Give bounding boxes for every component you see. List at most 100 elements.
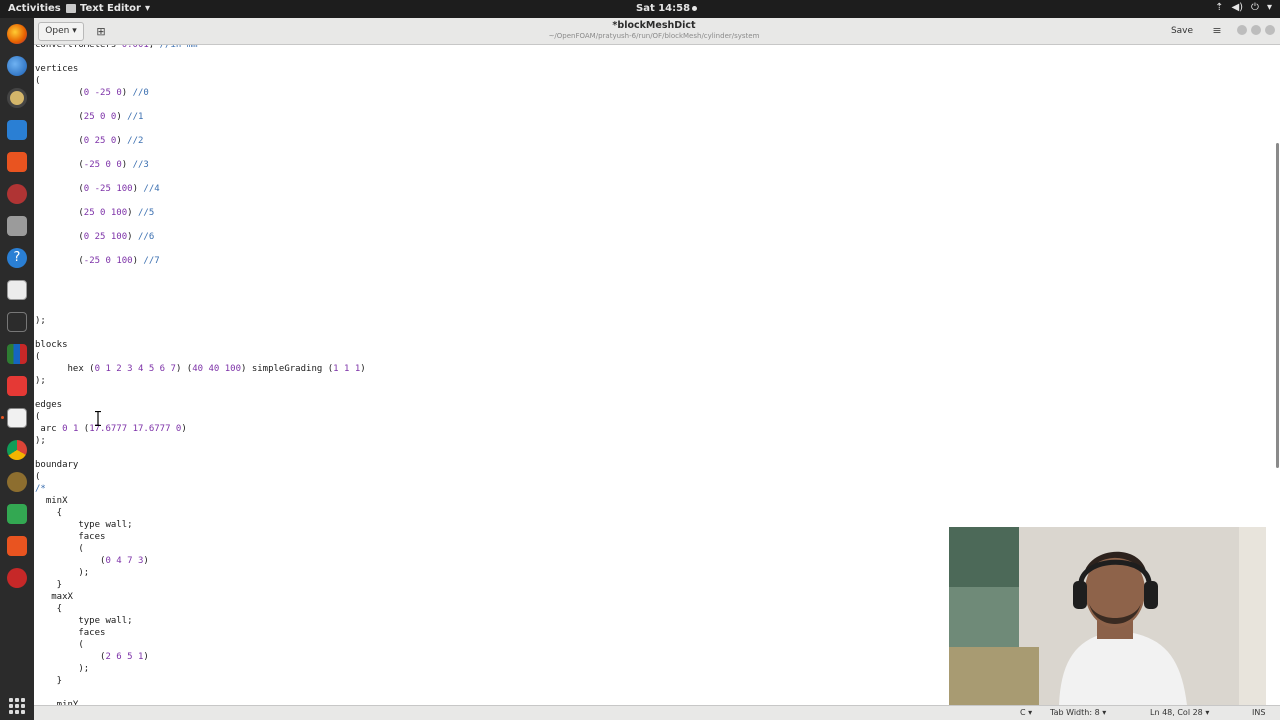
code-line[interactable]: ); xyxy=(35,315,366,327)
code-line[interactable]: ( xyxy=(35,351,366,363)
code-line[interactable]: faces xyxy=(35,531,366,543)
code-line[interactable] xyxy=(35,195,366,207)
code-line[interactable]: } xyxy=(35,579,366,591)
code-line[interactable]: { xyxy=(35,603,366,615)
hamburger-menu-icon[interactable]: ≡ xyxy=(1208,22,1226,41)
code-line[interactable]: blocks xyxy=(35,339,366,351)
code-content[interactable]: convertToMeters 0.001; //in mm vertices(… xyxy=(35,45,366,705)
code-line[interactable] xyxy=(35,51,366,63)
code-line[interactable]: vertices xyxy=(35,63,366,75)
code-line[interactable]: type wall; xyxy=(35,615,366,627)
maximize-icon[interactable] xyxy=(1251,25,1261,35)
text-editor-icon[interactable] xyxy=(7,408,27,428)
code-line[interactable] xyxy=(35,267,366,279)
code-line[interactable]: ( xyxy=(35,471,366,483)
code-line[interactable]: boundary xyxy=(35,459,366,471)
code-line[interactable] xyxy=(35,219,366,231)
show-applications-icon[interactable] xyxy=(9,698,25,714)
code-line[interactable] xyxy=(35,171,366,183)
code-line[interactable] xyxy=(35,387,366,399)
open-button-label: Open xyxy=(45,26,70,36)
calculator-icon[interactable] xyxy=(7,280,27,300)
code-line[interactable]: } xyxy=(35,675,366,687)
code-line[interactable]: minX xyxy=(35,495,366,507)
chrome-icon[interactable] xyxy=(7,440,27,460)
insert-mode[interactable]: INS xyxy=(1252,708,1265,717)
code-line[interactable]: ( xyxy=(35,543,366,555)
cursor-position[interactable]: Ln 48, Col 28 ▾ xyxy=(1150,708,1209,717)
code-line[interactable]: (25 0 100) //5 xyxy=(35,207,366,219)
code-line[interactable]: (25 0 0) //1 xyxy=(35,111,366,123)
writer-icon[interactable] xyxy=(7,120,27,140)
thunderbird-icon[interactable] xyxy=(7,56,27,76)
code-line[interactable]: ); xyxy=(35,375,366,387)
code-line[interactable]: ); xyxy=(35,567,366,579)
code-line[interactable]: maxX xyxy=(35,591,366,603)
code-line[interactable] xyxy=(35,123,366,135)
running-indicator xyxy=(1,416,4,419)
code-line[interactable]: ); xyxy=(35,663,366,675)
app-menu[interactable]: Text Editor ▾ xyxy=(66,3,150,14)
spreadsheet-icon[interactable] xyxy=(7,504,27,524)
network-icon[interactable] xyxy=(7,568,27,588)
code-line[interactable]: (0 25 0) //2 xyxy=(35,135,366,147)
code-line[interactable]: hex (0 1 2 3 4 5 6 7) (40 40 100) simple… xyxy=(35,363,366,375)
tab-width-selector[interactable]: Tab Width: 8 ▾ xyxy=(1050,708,1106,717)
clock-label: Sat 14:58 xyxy=(636,3,691,14)
code-line[interactable] xyxy=(35,147,366,159)
code-line[interactable]: faces xyxy=(35,627,366,639)
language-selector[interactable]: C ▾ xyxy=(1020,708,1032,717)
gimp-icon[interactable] xyxy=(7,472,27,492)
code-line[interactable] xyxy=(35,327,366,339)
code-line[interactable]: ( xyxy=(35,411,366,423)
calc-icon[interactable] xyxy=(7,216,27,236)
code-line[interactable] xyxy=(35,687,366,699)
app-icon[interactable] xyxy=(7,536,27,556)
code-line[interactable]: ); xyxy=(35,435,366,447)
new-document-icon[interactable]: ⊞ xyxy=(92,22,110,41)
terminal-icon[interactable] xyxy=(7,312,27,332)
rhythmbox-icon[interactable] xyxy=(7,88,27,108)
code-line[interactable] xyxy=(35,279,366,291)
vertical-scrollbar[interactable] xyxy=(1276,143,1279,468)
header-bar: Open ▾ ⊞ *blockMeshDict ~/OpenFOAM/praty… xyxy=(34,18,1280,45)
software-icon[interactable] xyxy=(7,152,27,172)
tab-width-label: Tab Width: 8 xyxy=(1050,708,1100,717)
code-line[interactable]: arc 0 1 (17.6777 17.6777 0) xyxy=(35,423,366,435)
code-line[interactable]: /* xyxy=(35,483,366,495)
code-line[interactable]: ( xyxy=(35,75,366,87)
code-line[interactable]: (2 6 5 1) xyxy=(35,651,366,663)
firefox-icon[interactable] xyxy=(7,24,27,44)
code-line[interactable]: type wall; xyxy=(35,519,366,531)
code-line[interactable] xyxy=(35,447,366,459)
code-line[interactable] xyxy=(35,99,366,111)
activities-button[interactable]: Activities xyxy=(8,3,61,14)
chevron-down-icon: ▾ xyxy=(1102,708,1107,717)
code-line[interactable] xyxy=(35,291,366,303)
help-icon[interactable]: ? xyxy=(7,248,27,268)
code-line[interactable] xyxy=(35,303,366,315)
open-button[interactable]: Open ▾ xyxy=(38,22,84,41)
close-icon[interactable] xyxy=(1265,25,1275,35)
code-line[interactable]: ( xyxy=(35,639,366,651)
settings-icon[interactable] xyxy=(7,184,27,204)
code-line[interactable]: (-25 0 100) //7 xyxy=(35,255,366,267)
code-line[interactable]: { xyxy=(35,507,366,519)
minimize-icon[interactable] xyxy=(1237,25,1247,35)
app-menu-label: Text Editor xyxy=(80,3,141,14)
anydesk-icon[interactable] xyxy=(7,376,27,396)
code-line[interactable]: (0 4 7 3) xyxy=(35,555,366,567)
system-tray[interactable]: ⇡ ◀) ⏻ ▾ xyxy=(1215,2,1272,13)
code-line[interactable]: (-25 0 0) //3 xyxy=(35,159,366,171)
code-line[interactable] xyxy=(35,243,366,255)
code-line[interactable]: (0 -25 0) //0 xyxy=(35,87,366,99)
clock[interactable]: Sat 14:58 xyxy=(636,3,698,14)
code-line[interactable]: (0 25 100) //6 xyxy=(35,231,366,243)
save-button[interactable]: Save xyxy=(1164,22,1200,41)
webcam-person-image xyxy=(949,527,1266,705)
paraview-icon[interactable] xyxy=(7,344,27,364)
network-icon: ⇡ xyxy=(1215,2,1224,13)
code-line[interactable]: (0 -25 100) //4 xyxy=(35,183,366,195)
chevron-down-icon: ▾ xyxy=(145,3,151,14)
code-line[interactable]: edges xyxy=(35,399,366,411)
